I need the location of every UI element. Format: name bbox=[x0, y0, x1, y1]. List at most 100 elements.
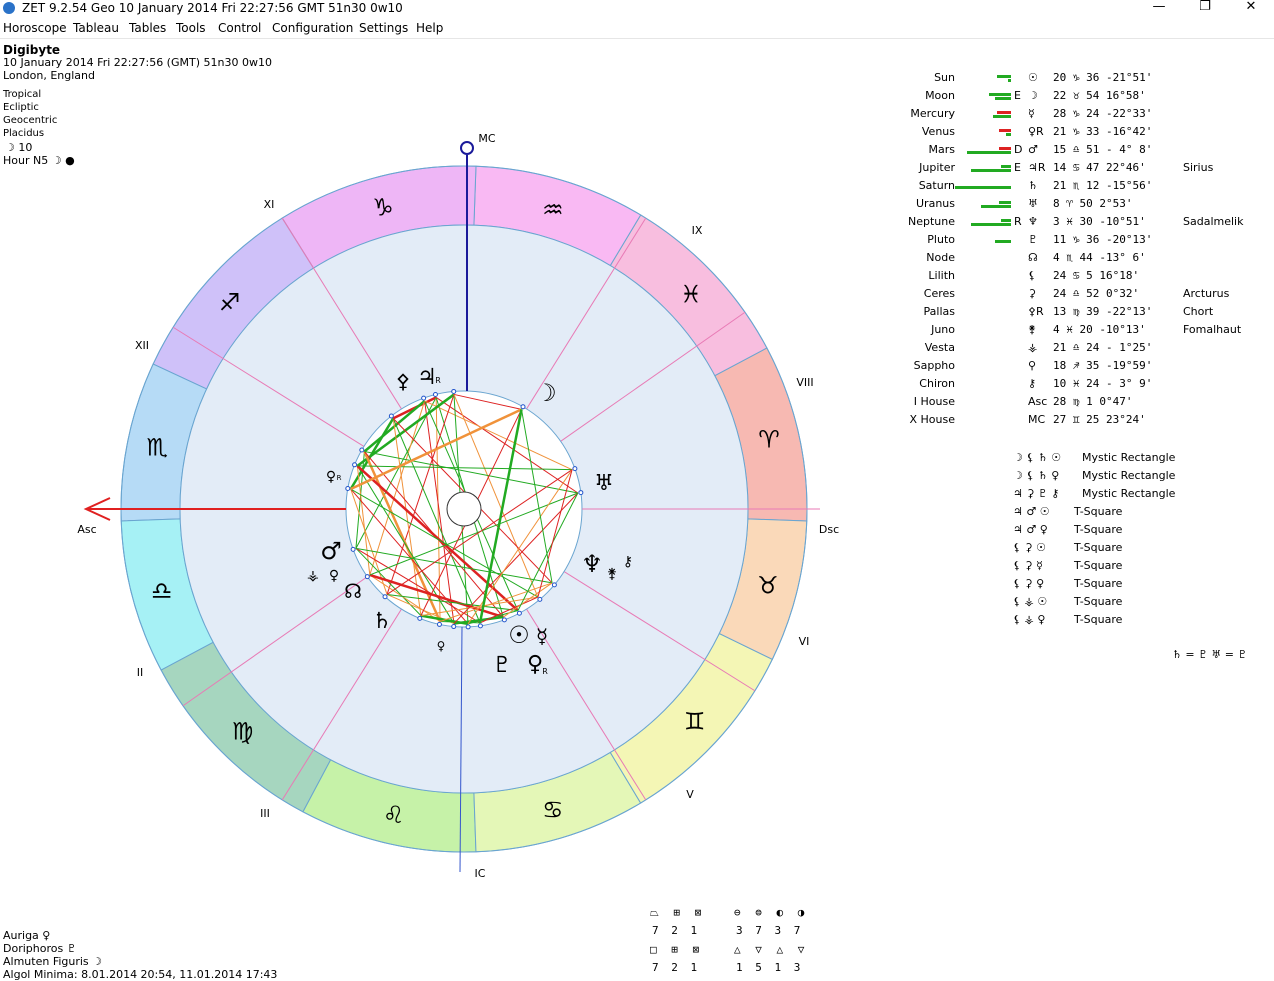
aspect-pattern-glyphs: ⚸ ⚳ ☉ bbox=[1013, 541, 1046, 554]
aspect-pattern-label[interactable]: T-Square bbox=[1074, 595, 1122, 608]
quadruplicity-counts: 7 2 1 bbox=[652, 924, 701, 937]
planet-name: Pallas bbox=[923, 305, 955, 318]
vesta-icon[interactable]: ⚶ bbox=[307, 568, 319, 584]
planet-position: 28 ♑ 24 -22°33' bbox=[1053, 107, 1153, 120]
aspect-pattern-label[interactable]: T-Square bbox=[1074, 541, 1122, 554]
mode-counts: 7 2 1 bbox=[652, 961, 701, 974]
mercury-icon[interactable]: ☿ bbox=[536, 624, 548, 648]
jupiter-retro[interactable]: R bbox=[435, 376, 441, 385]
aspect-point bbox=[465, 624, 471, 630]
neptune-icon[interactable]: ♆ bbox=[581, 550, 603, 578]
aspect-pattern-glyphs: ♃ ♂ ♀ bbox=[1013, 523, 1048, 536]
planet-name: Vesta bbox=[924, 341, 955, 354]
venus-icon[interactable]: ♀ bbox=[329, 568, 339, 584]
planet-position: 15 ♎ 51 - 4° 8' bbox=[1053, 143, 1153, 156]
planet-strength-bar bbox=[1001, 165, 1011, 168]
planet-position: 11 ♑ 36 -20°13' bbox=[1053, 233, 1153, 246]
aspect-point bbox=[451, 388, 457, 394]
venus-r-icon[interactable]: ♀ bbox=[527, 652, 543, 677]
aspect-point bbox=[516, 610, 522, 616]
aspect-pattern-label[interactable]: Mystic Rectangle bbox=[1082, 487, 1175, 500]
element-glyphs: ⊖ ⊜ ◐ ◑ bbox=[734, 906, 809, 919]
aspect-pattern-glyphs: ☽ ⚸ ♄ ♀ bbox=[1013, 469, 1060, 482]
uranus-icon[interactable]: ♅ bbox=[594, 471, 614, 496]
planet-glyph: ♆ bbox=[1028, 215, 1038, 228]
aspect-pattern-label[interactable]: T-Square bbox=[1074, 613, 1122, 626]
footer-doriphoros: Doriphoros ♇ bbox=[3, 942, 77, 955]
aspect-point bbox=[477, 623, 483, 629]
mars-icon[interactable]: ♂ bbox=[320, 537, 342, 565]
planet-position: 14 ♋ 47 22°46' bbox=[1053, 161, 1146, 174]
chiron-icon[interactable]: ⚷ bbox=[623, 554, 633, 570]
planet-glyph: ⚳ bbox=[1028, 287, 1037, 300]
planet-name: Neptune bbox=[907, 215, 955, 228]
mode-glyphs: □ ⊞ ⊠ bbox=[650, 943, 704, 956]
moon-icon[interactable]: ☽ bbox=[535, 379, 557, 407]
planet-flag: E bbox=[1014, 89, 1021, 102]
aspect-pattern-label[interactable]: Mystic Rectangle bbox=[1082, 451, 1175, 464]
planet-glyph: Asc bbox=[1028, 395, 1048, 408]
pluto-icon[interactable]: ♇ bbox=[492, 653, 512, 678]
fixed-star: Sirius bbox=[1183, 161, 1214, 174]
house-label: II bbox=[137, 666, 144, 679]
house-label: III bbox=[260, 807, 270, 820]
house-label: VI bbox=[799, 635, 810, 648]
house-label: XII bbox=[135, 339, 149, 352]
jupiter-icon[interactable]: ♃ bbox=[417, 365, 437, 390]
sun-icon[interactable]: ☉ bbox=[508, 621, 530, 649]
aspect-pattern-label[interactable]: Mystic Rectangle bbox=[1082, 469, 1175, 482]
venus-r-retro[interactable]: R bbox=[542, 667, 548, 676]
planet-position: 28 ♍ 1 0°47' bbox=[1053, 395, 1133, 408]
planet-position: 4 ♓ 20 -10°13' bbox=[1053, 323, 1146, 336]
planet-name: Node bbox=[926, 251, 955, 264]
aspect-pattern-label[interactable]: T-Square bbox=[1074, 505, 1122, 518]
sign-glyph: ♐ bbox=[219, 289, 241, 317]
aspect-point bbox=[537, 596, 543, 602]
mc-label: MC bbox=[478, 132, 495, 145]
sign-glyph: ♑ bbox=[372, 194, 394, 222]
planet-name: Lilith bbox=[928, 269, 955, 282]
planet-position: 4 ♏ 44 -13° 6' bbox=[1053, 251, 1146, 264]
planet-strength-bar bbox=[1006, 133, 1011, 136]
venus-small-icon[interactable]: ♀ bbox=[326, 469, 336, 485]
fixed-star: Arcturus bbox=[1183, 287, 1230, 300]
midpoint-equation: ♄ = ♇ ♅ = ♇ bbox=[1172, 648, 1248, 661]
planet-strength-bar bbox=[989, 93, 1011, 96]
aspect-pattern-label[interactable]: T-Square bbox=[1074, 523, 1122, 536]
aspect-point bbox=[350, 546, 356, 552]
planet-glyph: ⚸ bbox=[1028, 269, 1037, 282]
planet-name: Ceres bbox=[923, 287, 955, 300]
planet-strength-bar bbox=[971, 169, 1011, 172]
planet-strength-bar bbox=[993, 115, 1011, 118]
planet-strength-bar bbox=[997, 111, 1011, 114]
aspect-pattern-glyphs: ♃ ♂ ☉ bbox=[1013, 505, 1050, 518]
planet-name: Jupiter bbox=[919, 161, 955, 174]
venus-small-retro[interactable]: R bbox=[337, 474, 342, 482]
planet-position: 21 ♑ 33 -16°42' bbox=[1053, 125, 1153, 138]
aspect-pattern-glyphs: ⚸ ⚶ ♀ bbox=[1013, 613, 1046, 626]
planet-position: 27 ♊ 25 23°24' bbox=[1053, 413, 1146, 426]
planet-strength-bar bbox=[999, 201, 1011, 204]
planet-position: 24 ♋ 5 16°18' bbox=[1053, 269, 1140, 282]
aspect-point bbox=[572, 466, 578, 472]
planet-position: 24 ♎ 52 0°32' bbox=[1053, 287, 1140, 300]
aspect-pattern-glyphs: ☽ ⚸ ♄ ☉ bbox=[1013, 451, 1062, 464]
sign-glyph: ♏ bbox=[147, 434, 169, 462]
sappho-icon[interactable]: ♀ bbox=[437, 639, 446, 653]
aspect-pattern-glyphs: ⚸ ⚶ ☉ bbox=[1013, 595, 1048, 608]
aspect-point bbox=[359, 447, 365, 453]
planet-name: Venus bbox=[921, 125, 955, 138]
aspect-pattern-label[interactable]: T-Square bbox=[1074, 577, 1122, 590]
house-label: VIII bbox=[796, 376, 813, 389]
saturn-icon[interactable]: ♄ bbox=[372, 609, 392, 634]
juno-icon[interactable]: ⚵ bbox=[607, 566, 617, 582]
dsc-label: Dsc bbox=[819, 523, 839, 536]
aspect-point bbox=[388, 413, 394, 419]
planet-name: Mars bbox=[928, 143, 956, 156]
planet-name: Sappho bbox=[913, 359, 955, 372]
element-counts: 3 7 3 7 bbox=[736, 924, 804, 937]
aspect-pattern-label[interactable]: T-Square bbox=[1074, 559, 1122, 572]
node-icon[interactable]: ☊ bbox=[344, 579, 362, 603]
pallas-icon[interactable]: ⚴ bbox=[396, 369, 411, 393]
sign-glyph: ♒ bbox=[542, 196, 564, 224]
